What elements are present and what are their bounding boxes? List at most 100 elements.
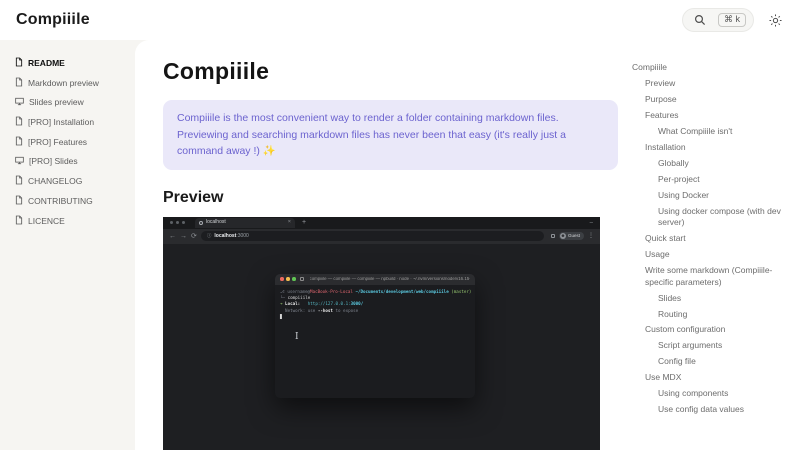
address-bar: ⓘ localhost:3000 [201, 231, 544, 241]
file-icon [15, 77, 23, 89]
toc-item[interactable]: Globally [632, 158, 786, 169]
preview-heading: Preview [163, 189, 600, 207]
terminal-output: ⎇ username@MacBook-Pro-Local ~/Documents… [275, 285, 475, 324]
browser-tabstrip: localhost × + – [163, 217, 600, 229]
sidebar-item-label: [PRO] Slides [29, 157, 78, 166]
window-control-dot [176, 221, 179, 224]
sidebar-item-changelog[interactable]: CHANGELOG [15, 175, 127, 187]
tab-close-icon: × [288, 220, 291, 226]
site-info-icon: ⓘ [207, 234, 212, 239]
toc-item[interactable]: Script arguments [632, 340, 786, 351]
guest-label: Guest [568, 234, 580, 239]
sidebar-item-label: [PRO] Features [28, 138, 87, 147]
text-cursor-ibeam: I [295, 333, 299, 342]
toolbar-right: ☻ Guest ⋮ [551, 232, 594, 240]
toc-item[interactable]: Compiiile [632, 62, 786, 73]
bookmark-icon [551, 234, 555, 238]
browser-tab: localhost × [195, 218, 295, 228]
sidebar-item-label: [PRO] Installation [28, 118, 94, 127]
toc-item[interactable]: What Compiiile isn't [632, 126, 786, 137]
sidebar-item--pro-features[interactable]: [PRO] Features [15, 136, 127, 148]
file-icon [15, 175, 23, 187]
traffic-close-icon [280, 277, 284, 281]
toc-item[interactable]: Write some markdown (Compiiile-specific … [632, 265, 786, 288]
toc-item[interactable]: Features [632, 110, 786, 121]
sidebar-item-label: CHANGELOG [28, 177, 82, 186]
toc-item[interactable]: Using docker compose (with dev server) [632, 206, 786, 229]
file-sidebar: README Markdown preview Slides preview [PRO… [0, 40, 135, 450]
toc-item[interactable]: Installation [632, 142, 786, 153]
sidebar-item-markdown-preview[interactable]: Markdown preview [15, 77, 127, 89]
toc-item[interactable]: Quick start [632, 233, 786, 244]
main-content: Compiiile Compiiile is the most convenie… [135, 40, 600, 450]
site-logo[interactable]: Compiiile [16, 11, 90, 29]
toc-item[interactable]: Custom configuration [632, 324, 786, 335]
browser-screenshot: localhost × + – ← → ⟳ ⓘ localhost:3000 [163, 217, 600, 450]
toc-item[interactable]: Config file [632, 356, 786, 367]
terminal-titlebar: compiiile — compiiile — compiiile — npbu… [275, 274, 475, 285]
search-button[interactable]: ⌘ k [682, 8, 754, 32]
header-controls: ⌘ k [682, 8, 782, 32]
page-title: Compiiile [163, 58, 600, 85]
sidebar-item-label: CONTRIBUTING [28, 197, 93, 206]
slides-icon [15, 97, 24, 108]
search-shortcut-kbd: ⌘ k [718, 13, 746, 27]
profile-chip: ☻ Guest [559, 232, 584, 240]
table-of-contents: Compiiile Preview Purpose Features What Comp… [632, 40, 800, 450]
traffic-minimize-icon [286, 277, 290, 281]
sidebar-item-label: Markdown preview [28, 79, 99, 88]
menu-dots-icon: ⋮ [588, 233, 594, 239]
browser-viewport: compiiile — compiiile — compiiile — npbu… [163, 244, 600, 450]
toc-item[interactable]: Slides [632, 293, 786, 304]
url-port: :3000 [236, 233, 249, 239]
toc-item[interactable]: Preview [632, 78, 786, 89]
toc-item[interactable]: Per-project [632, 174, 786, 185]
toc-item[interactable]: Use MDX [632, 372, 786, 383]
page-body: README Markdown preview Slides preview [PRO… [0, 40, 800, 450]
toc-item[interactable]: Usage [632, 249, 786, 260]
content-surface: Compiiile Compiiile is the most convenie… [135, 40, 800, 450]
toc-item[interactable]: Use config data values [632, 404, 786, 415]
file-icon [15, 57, 23, 69]
sidebar-item--pro-slides[interactable]: [PRO] Slides [15, 156, 127, 167]
window-control-dot [170, 221, 173, 224]
file-icon [15, 195, 23, 207]
theme-toggle-button[interactable] [769, 14, 782, 27]
file-icon [15, 215, 23, 227]
sidebar-item-contributing[interactable]: CONTRIBUTING [15, 195, 127, 207]
tab-favicon-icon [199, 221, 203, 225]
sidebar-item--pro-installation[interactable]: [PRO] Installation [15, 116, 127, 128]
browser-toolbar: ← → ⟳ ⓘ localhost:3000 ☻ Guest ⋮ [163, 229, 600, 244]
toc-item[interactable]: Routing [632, 309, 786, 320]
back-icon: ← [169, 233, 176, 240]
tab-title: localhost [206, 220, 226, 225]
toc-item[interactable]: Using Docker [632, 190, 786, 201]
terminal-line: ▊ [280, 314, 470, 320]
sidebar-item-label: LICENCE [28, 217, 65, 226]
reload-icon: ⟳ [191, 233, 197, 240]
traffic-zoom-icon [292, 277, 296, 281]
intro-callout: Compiiile is the most convenient way to … [163, 100, 618, 170]
avatar-icon: ☻ [560, 233, 566, 239]
file-icon [15, 136, 23, 148]
sidebar-item-slides-preview[interactable]: Slides preview [15, 97, 127, 108]
sidebar-item-readme[interactable]: README [15, 57, 127, 69]
window-minimize-icon: – [590, 220, 593, 226]
terminal-title: compiiile — compiiile — compiiile — npbu… [310, 277, 471, 281]
url-host: localhost [214, 233, 236, 239]
window-control-dot [182, 221, 185, 224]
toc-item[interactable]: Using components [632, 388, 786, 399]
terminal-window: compiiile — compiiile — compiiile — npbu… [275, 274, 475, 398]
file-icon [15, 116, 23, 128]
toc-item[interactable]: Purpose [632, 94, 786, 105]
sidebar-item-label: README [28, 59, 65, 68]
forward-icon: → [180, 233, 187, 240]
app-header: Compiiile ⌘ k [0, 0, 800, 40]
sun-icon [769, 14, 782, 27]
terminal-tab-icon [300, 277, 304, 281]
sidebar-item-label: Slides preview [29, 98, 84, 107]
new-tab-icon: + [302, 219, 306, 226]
sidebar-item-licence[interactable]: LICENCE [15, 215, 127, 227]
slides-icon [15, 156, 24, 167]
search-icon [694, 14, 706, 26]
